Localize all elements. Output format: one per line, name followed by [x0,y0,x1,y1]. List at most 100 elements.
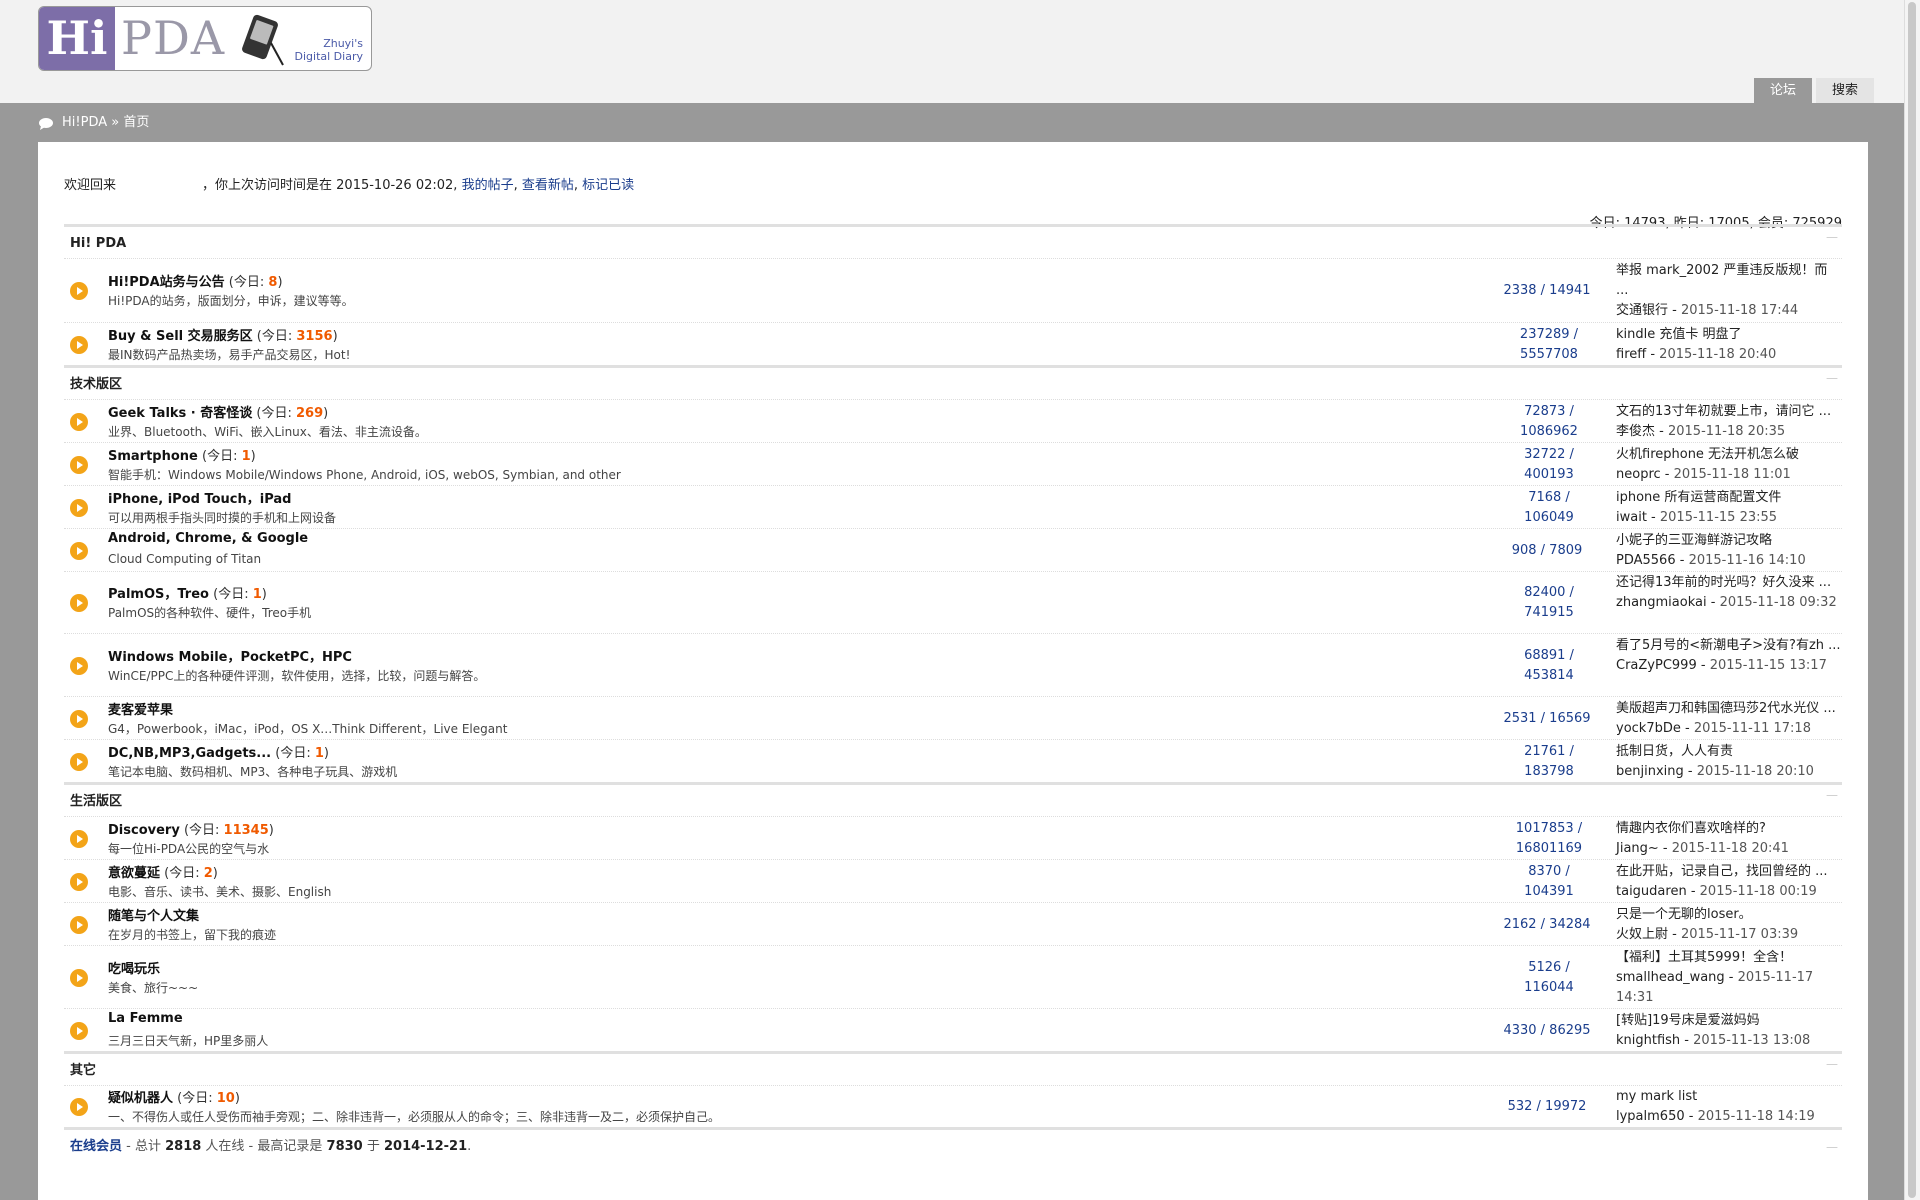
last-post-time: 2015-11-18 14:19 [1697,1109,1815,1124]
collapse-icon[interactable]: — [1826,230,1838,244]
last-post-author-link[interactable]: knightfish [1616,1033,1680,1048]
last-post-title-link[interactable]: 举报 mark_2002 严重违反版规！而 ... [1616,261,1842,301]
last-post-author-link[interactable]: smallhead_wang [1616,970,1725,985]
last-post-title-link[interactable]: 在此开贴，记录自己，找回曾经的 ... [1616,862,1842,882]
forum-link[interactable]: Smartphone [108,449,198,464]
last-post-author-link[interactable]: neoprc [1616,467,1661,482]
forum-link[interactable]: 随笔与个人文集 [108,909,199,924]
last-post-title-link[interactable]: 抵制日货，人人有责 [1616,742,1842,762]
today-number: 2 [203,865,213,881]
forum-row: DC,NB,MP3,Gadgets... (今日: 1) 笔记本电脑、数码相机、M… [64,739,1842,782]
site-logo[interactable]: Hi PDA Zhuyi's Digital Diary [38,6,372,71]
online-members-link[interactable]: 在线会员 [70,1139,122,1154]
last-post-title-link[interactable]: 看了5月号的<新潮电子>没有?有zh ... [1616,636,1842,656]
last-post: 在此开贴，记录自己，找回曾经的 ... taigudaren - 2015-11-… [1616,862,1842,902]
forum-topic-post-count: 5126 / 116044 [1524,959,1574,995]
nav-tab-search[interactable]: 搜索 [1815,78,1874,103]
nav-tab-forum[interactable]: 论坛 [1753,78,1812,103]
category-header[interactable]: 生活版区 [64,782,1842,816]
forum-link[interactable]: 疑似机器人 [108,1091,173,1106]
forum-topic-post-count: 2531 / 16569 [1503,710,1591,726]
last-post-title-link[interactable]: 文石的13寸年初就要上市，请问它 ... [1616,402,1842,422]
forum-description: 最IN数码产品热卖场，易手产品交易区，Hot! [108,347,351,362]
last-post-title-link[interactable]: [转贴]19号床是爱滋妈妈 [1616,1011,1842,1031]
last-post-meta: fireff - 2015-11-18 20:40 [1616,346,1777,362]
forum-description: G4，Powerbook，iMac，iPod，OS X…Think Differ… [108,721,508,736]
scrollbar-thumb[interactable] [1908,2,1916,1198]
last-post-author-link[interactable]: fireff [1616,347,1646,362]
forum-link[interactable]: Discovery [108,823,180,838]
breadcrumb-separator: » [111,115,120,130]
forum-link[interactable]: 吃喝玩乐 [108,962,160,977]
today-label: 今日: [189,822,224,838]
last-post-title-link[interactable]: 还记得13年前的时光吗？好久没来 ... [1616,573,1842,593]
last-post-title-link[interactable]: 只是一个无聊的loser。 [1616,905,1842,925]
last-post-author-link[interactable]: zhangmiaokai [1616,595,1707,610]
forum-description: 可以用两根手指头同时摸的手机和上网设备 [108,510,337,525]
last-post-title-link[interactable]: my mark list [1616,1087,1842,1107]
forum-row: Smartphone (今日: 1) 智能手机：Windows Mobile/Wi… [64,442,1842,485]
top-nav: 论坛 搜索 [1750,78,1874,103]
last-post-author-link[interactable]: Jiang~ [1616,841,1659,856]
collapse-icon[interactable]: — [1826,371,1838,385]
last-post-title-link[interactable]: kindle 充值卡 明盘了 [1616,325,1842,345]
forum-topic-post-count: 8370 / 104391 [1524,863,1574,899]
breadcrumb-home-link[interactable]: Hi!PDA [62,115,107,130]
last-post-meta: knightfish - 2015-11-13 13:08 [1616,1032,1811,1048]
category-header[interactable]: Hi! PDA [64,224,1842,258]
forum-name-line: 麦客爱苹果 [108,699,173,718]
forum-link[interactable]: La Femme [108,1011,183,1026]
logo-tagline: Zhuyi's Digital Diary [295,37,363,63]
welcome-bar: 欢迎回来 ，你上次访问时间是在 2015-10-26 02:02, 我的帖子, 查… [64,174,634,193]
last-post-title-link[interactable]: iphone 所有运营商配置文件 [1616,488,1842,508]
last-post-time: 2015-11-13 13:08 [1693,1032,1811,1048]
mark-read-link[interactable]: 标记已读 [582,178,634,193]
forum-link[interactable]: iPhone, iPod Touch，iPad [108,492,291,507]
today-count: (今日: 1) [208,587,267,602]
last-post-author-link[interactable]: iwait [1616,510,1647,525]
forum-link[interactable]: 意欲蔓延 [108,866,160,881]
today-number: 3156 [296,328,333,344]
forum-status-icon [70,752,88,771]
last-post-author-link[interactable]: taigudaren [1616,884,1687,899]
last-post-title-link[interactable]: 小妮子的三亚海鲜游记攻略 [1616,531,1842,551]
last-post-author-link[interactable]: benjinxing [1616,764,1684,779]
forum-link[interactable]: Hi!PDA站务与公告 [108,275,225,290]
forum-link[interactable]: Windows Mobile，PocketPC，HPC [108,650,352,665]
last-post-author-link[interactable]: PDA5566 [1616,553,1676,568]
last-post-author-link[interactable]: lypalm650 [1616,1109,1685,1124]
collapse-icon[interactable]: — [1826,788,1838,802]
collapse-icon[interactable]: — [1826,1057,1838,1071]
forum-status-icon [70,915,88,934]
last-post-title-link[interactable]: 火机firephone 无法开机怎么破 [1616,445,1842,465]
forum-link[interactable]: 麦客爱苹果 [108,703,173,718]
today-count: (今日: 8) [224,275,283,290]
last-post-title-link[interactable]: 【福利】土耳其5999！全含！ [1616,948,1842,968]
forum-row: Windows Mobile，PocketPC，HPC WinCE/PPC上的各种… [64,633,1842,696]
forum-link[interactable]: DC,NB,MP3,Gadgets... [108,746,271,761]
new-posts-link[interactable]: 查看新帖 [522,178,574,193]
forum-category: Hi! PDA — Hi!PDA站务与公告 (今日: 8) Hi!PDA的站务，版面划… [64,224,1842,365]
forum-link[interactable]: Geek Talks · 奇客怪谈 [108,406,252,421]
last-post-author-link[interactable]: 火奴上尉 [1616,927,1668,942]
last-post: iphone 所有运营商配置文件 iwait - 2015-11-15 23:55 [1616,488,1842,528]
vertical-scrollbar[interactable] [1904,0,1920,1200]
collapse-icon[interactable]: — [1826,1130,1838,1164]
last-post-author-link[interactable]: 交通银行 [1616,303,1668,318]
today-count: (今日: 269) [252,405,329,421]
last-post-author-link[interactable]: CraZyPC999 [1616,658,1697,673]
last-post-author-link[interactable]: yock7bDe [1616,721,1681,736]
logo-tagline-2: Digital Diary [294,50,363,63]
category-header[interactable]: 其它 [64,1051,1842,1085]
forum-name-line: 随笔与个人文集 [108,905,199,924]
forum-link[interactable]: Buy & Sell 交易服务区 [108,329,253,344]
forum-link[interactable]: Android, Chrome, & Google [108,531,308,546]
category-header[interactable]: 技术版区 [64,365,1842,399]
last-post-author-link[interactable]: 李俊杰 [1616,424,1655,439]
forum-link[interactable]: PalmOS，Treo [108,587,209,602]
last-post-title-link[interactable]: 美版超声刀和韩国德玛莎2代水光仪 ... [1616,699,1842,719]
forum-description: PalmOS的各种软件、硬件，Treo手机 [108,606,312,620]
last-post-time: 2015-11-18 11:01 [1673,466,1791,482]
last-post-title-link[interactable]: 情趣内衣你们喜欢啥样的? [1616,819,1842,839]
my-posts-link[interactable]: 我的帖子 [462,178,514,193]
